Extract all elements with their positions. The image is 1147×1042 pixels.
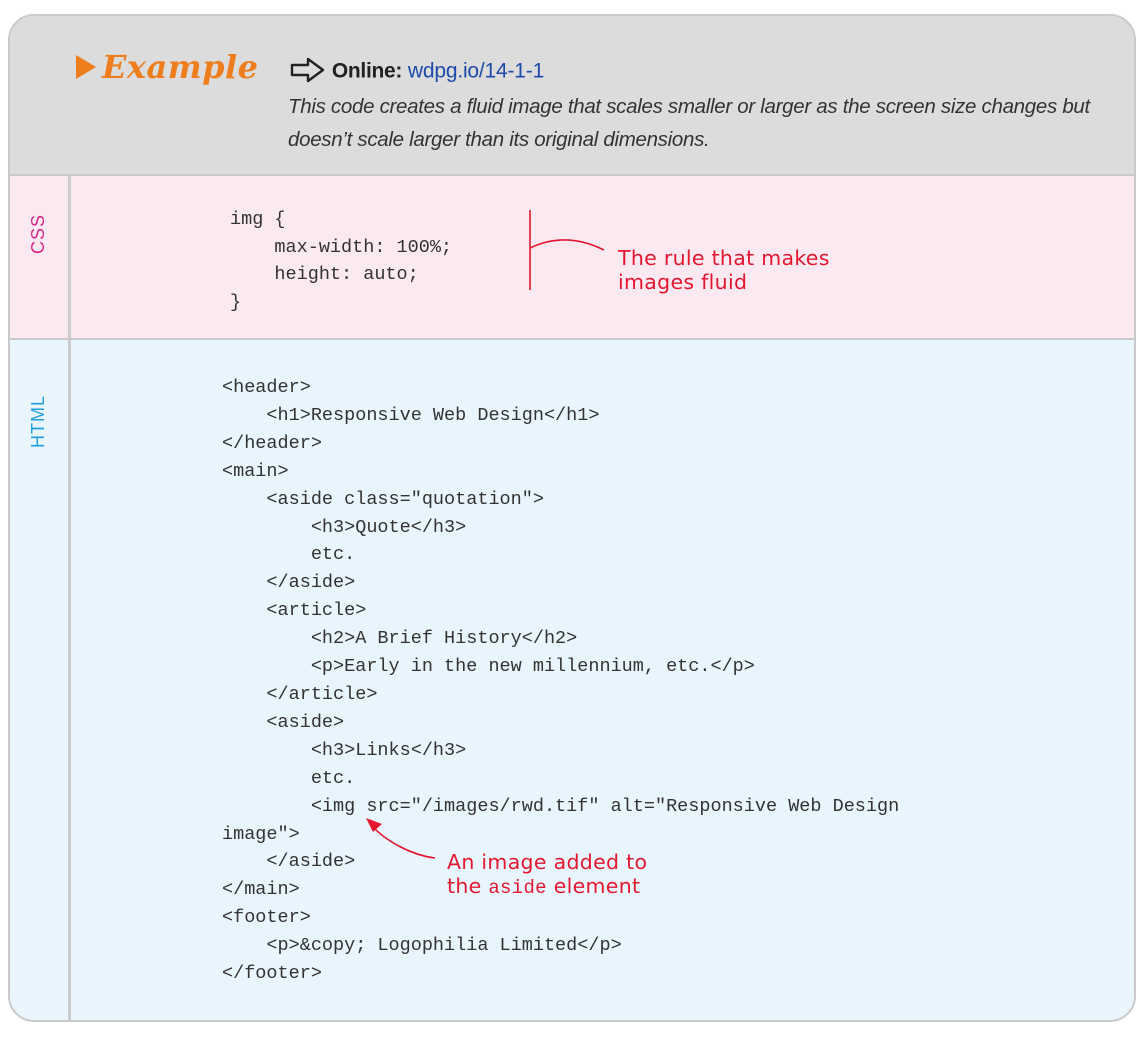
html-section: HTML <header> <h1>Responsive Web Design<… [10,340,1134,1020]
example-card: Example Online: wdpg.io/14-1-1 This code… [8,14,1136,1022]
css-section: CSS img { max-width: 100%; height: auto;… [10,174,1134,340]
online-row: Online: wdpg.io/14-1-1 [290,57,544,85]
example-title: Example [76,48,258,86]
html-annotation-line1: An image added to [447,850,648,874]
annotation-suffix: element [546,874,641,898]
online-link[interactable]: wdpg.io/14-1-1 [408,60,544,83]
example-description: This code creates a fluid image that sca… [288,95,1090,151]
annotation-prefix: the [447,874,489,898]
example-header: Example Online: wdpg.io/14-1-1 This code… [10,16,1134,174]
css-annotation-bracket [529,210,605,290]
online-label: Online: [331,59,403,83]
html-annotation: An image added to the aside element [447,850,647,900]
html-annotation-arrow [366,818,436,859]
example-title-text: Example [102,48,259,86]
play-arrow-icon [76,54,96,79]
css-annotation: The rule that makes images fluid [618,246,830,294]
annotation-code: aside [488,877,547,899]
right-arrow-outline-icon [290,57,325,83]
html-annotation-line2: the aside element [447,874,647,900]
